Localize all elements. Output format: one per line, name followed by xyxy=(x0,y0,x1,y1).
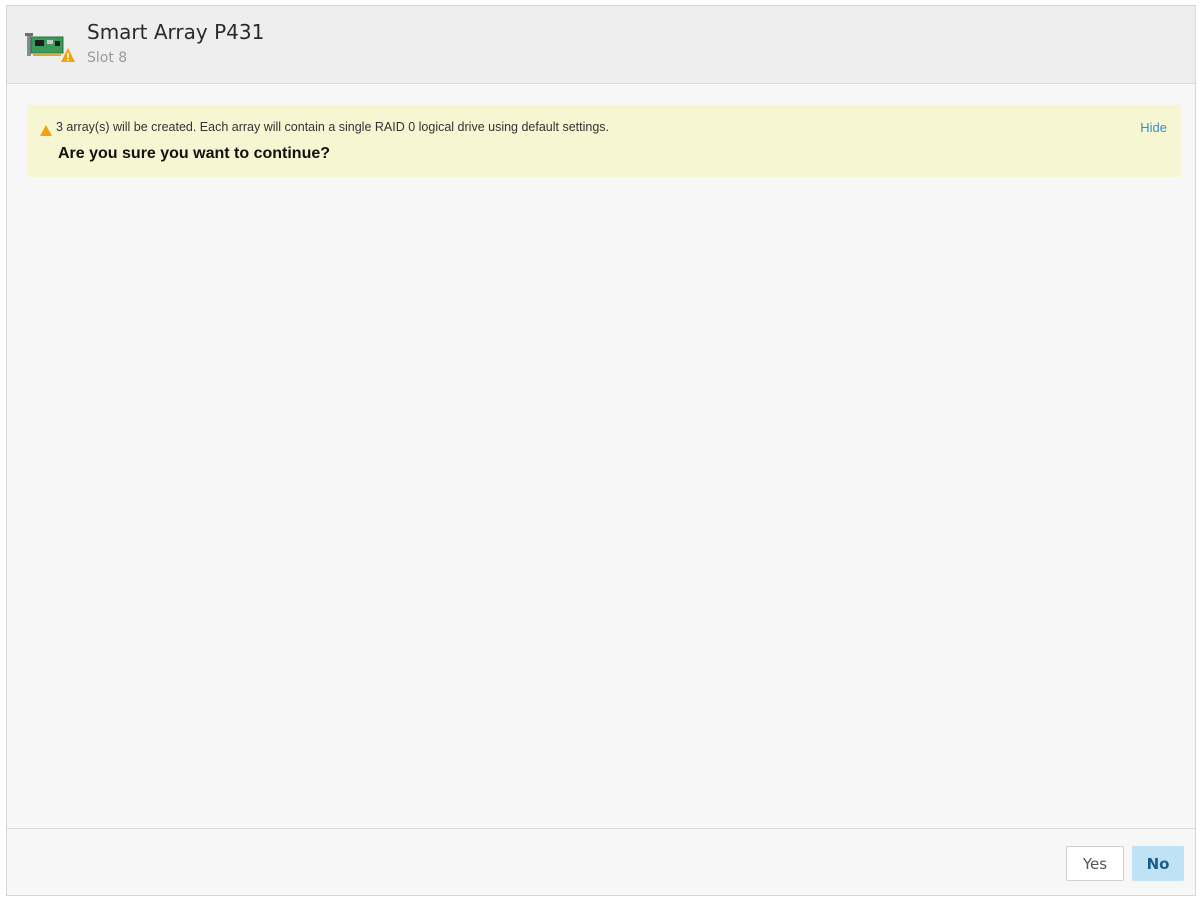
hide-link[interactable]: Hide xyxy=(1140,120,1167,135)
alert-message: 3 array(s) will be created. Each array w… xyxy=(56,120,610,134)
dialog-subtitle: Slot 8 xyxy=(87,50,128,66)
no-button[interactable]: No xyxy=(1132,846,1184,881)
alert-question: Are you sure you want to continue? xyxy=(58,145,331,162)
dialog-footer: Yes No xyxy=(7,828,1195,895)
confirmation-dialog: Smart Array P431 Slot 8 3 array(s) will … xyxy=(6,5,1196,896)
warning-triangle-icon xyxy=(40,123,52,136)
controller-card-warning-icon xyxy=(25,28,75,64)
dialog-header: Smart Array P431 Slot 8 xyxy=(7,6,1195,84)
warning-alert: 3 array(s) will be created. Each array w… xyxy=(27,105,1181,177)
yes-button[interactable]: Yes xyxy=(1066,846,1124,881)
dialog-title: Smart Array P431 xyxy=(87,20,265,44)
